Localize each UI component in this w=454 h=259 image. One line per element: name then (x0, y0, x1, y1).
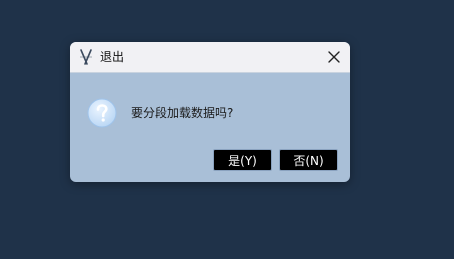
close-button[interactable] (324, 47, 344, 67)
dialog-titlebar[interactable]: 退出 (70, 42, 350, 73)
dialog-message: 要分段加载数据吗? (131, 106, 234, 120)
yes-button[interactable]: 是(Y) (213, 149, 272, 171)
no-button[interactable]: 否(N) (279, 149, 338, 171)
close-icon (328, 51, 340, 63)
exit-dialog: 退出 要分段加载数据吗? 是(Y) 否(N) (70, 42, 350, 182)
app-logo-icon (78, 48, 94, 66)
dialog-title: 退出 (100, 50, 125, 64)
question-icon (87, 98, 117, 128)
